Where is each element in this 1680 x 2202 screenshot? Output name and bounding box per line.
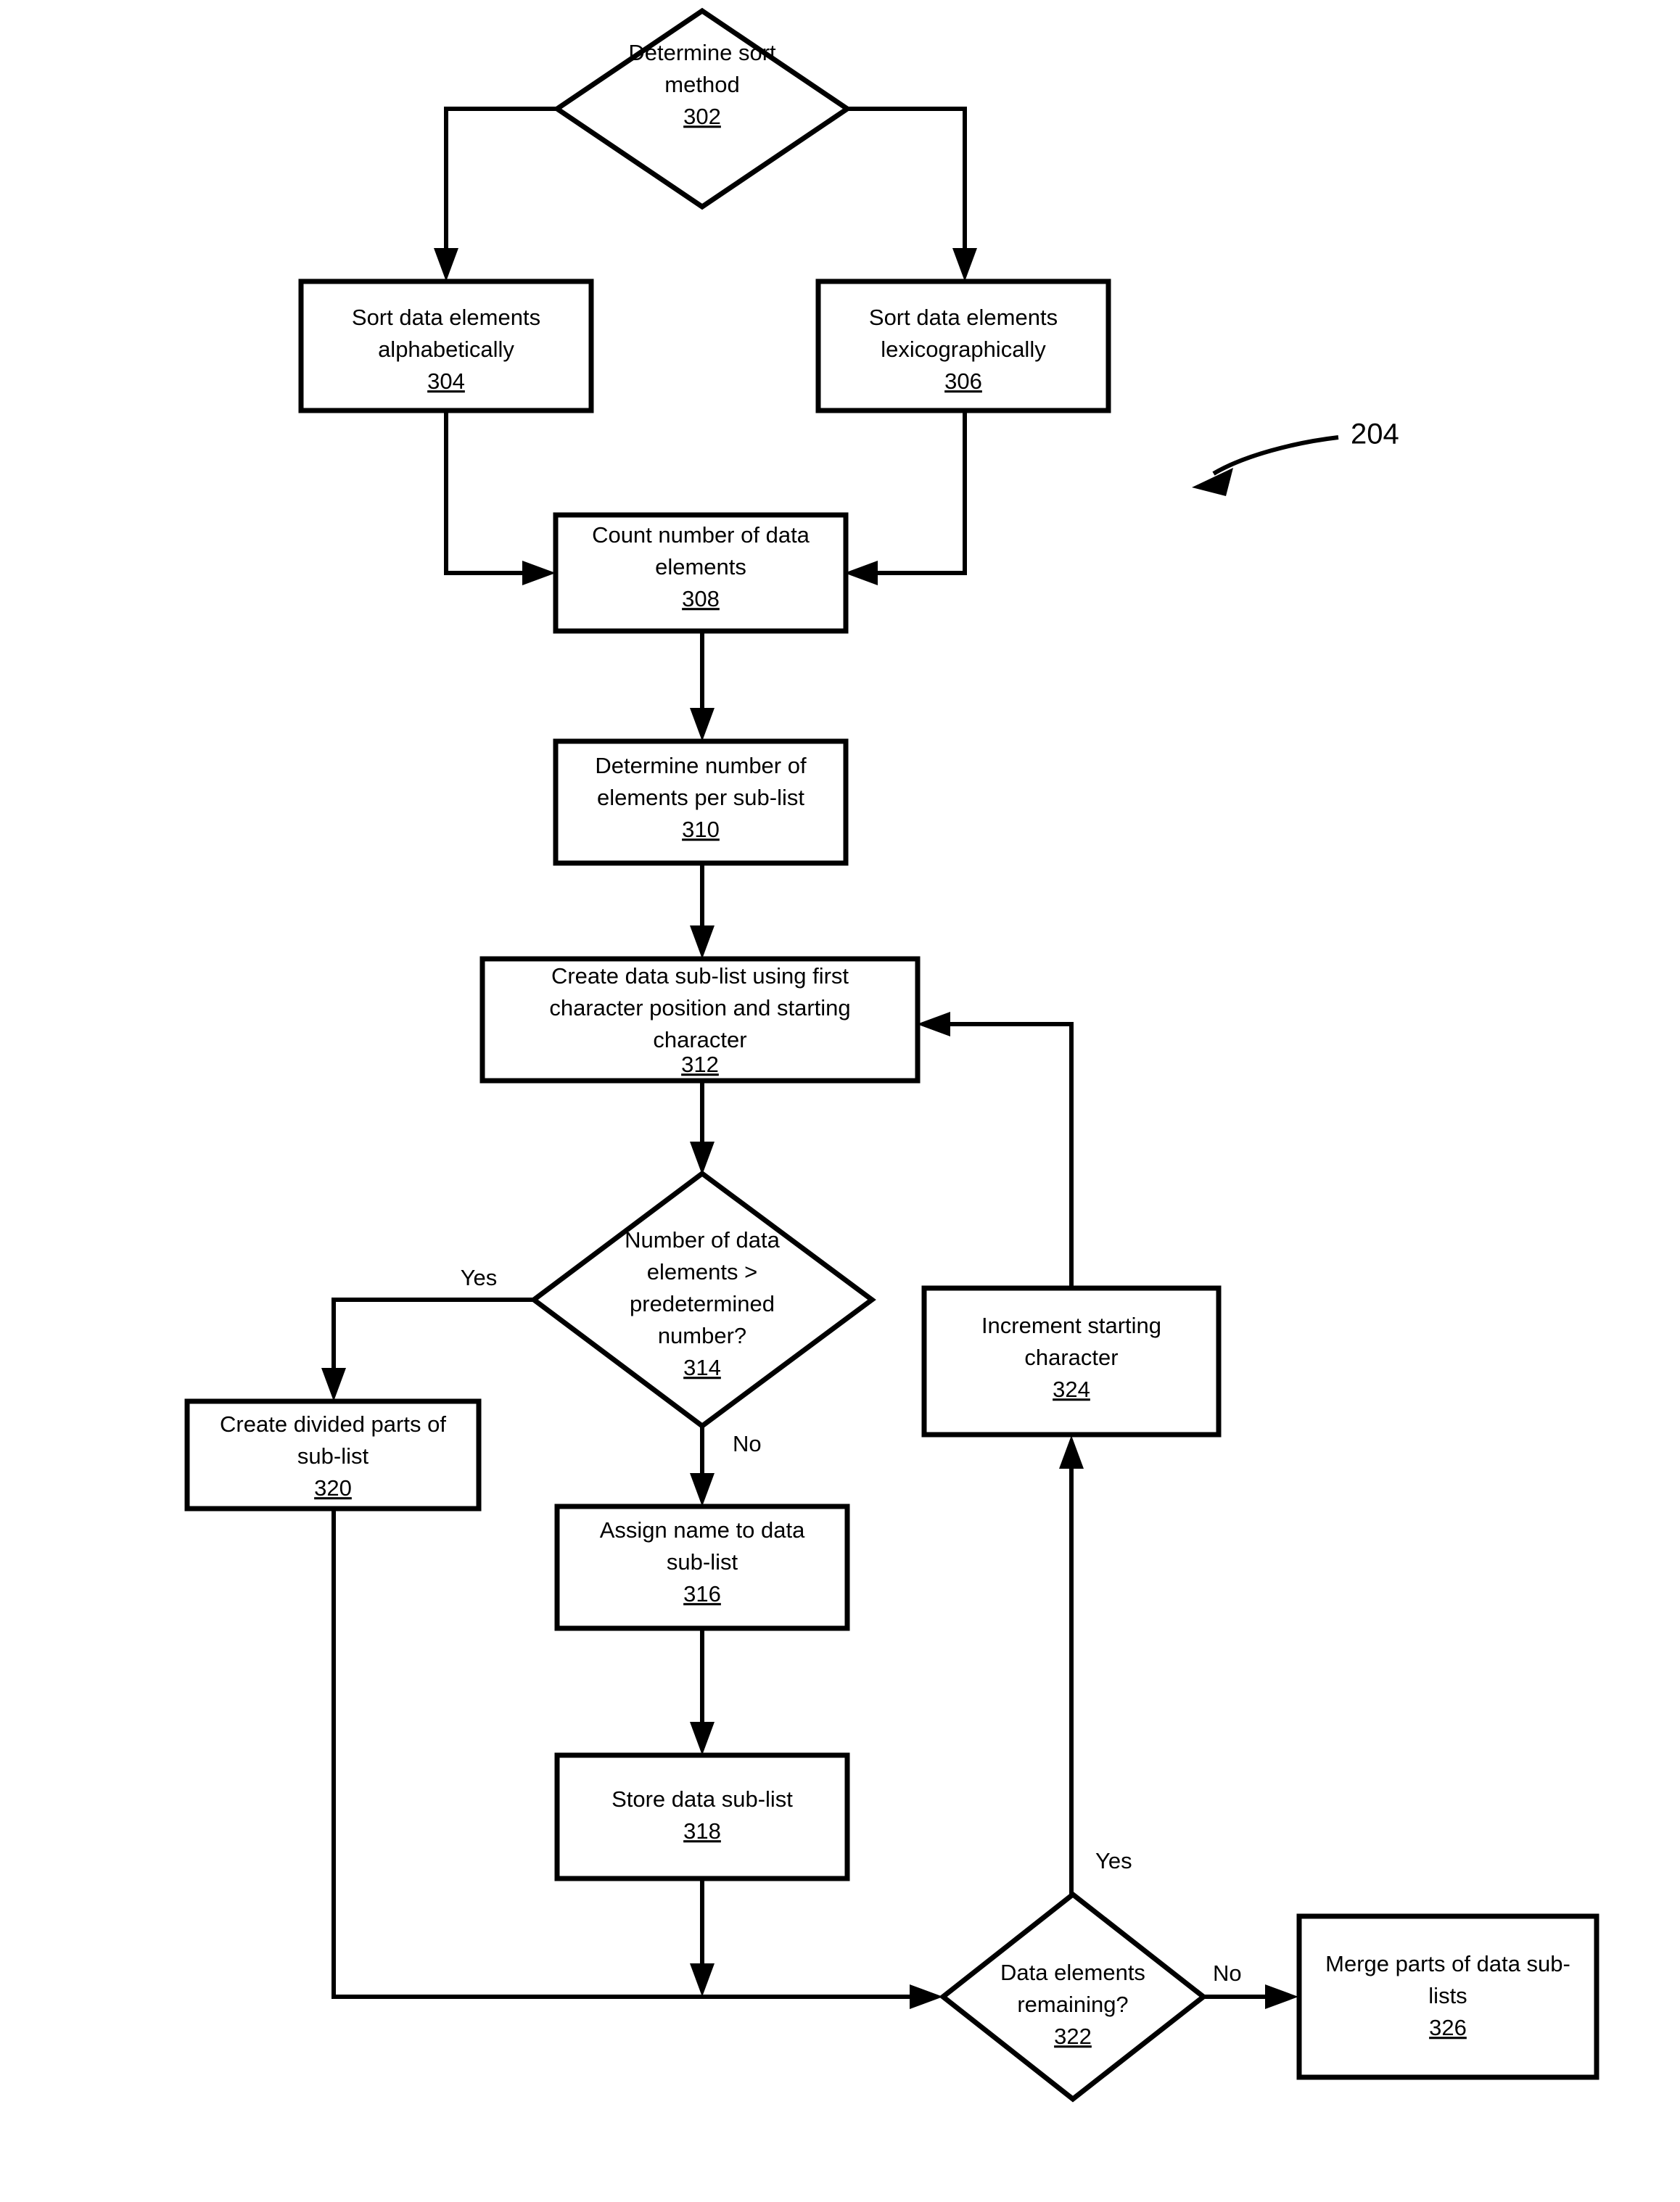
connector-322-yes-to-324 — [1059, 1435, 1084, 1894]
node-306-line-0: Sort data elements — [869, 305, 1058, 330]
connector-314-yes-to-320 — [321, 1298, 534, 1401]
node-308-line-0: Count number of data — [592, 522, 810, 548]
node-314-line-2: predetermined — [630, 1291, 775, 1316]
node-318-store-data-sublist[interactable]: Store data sub-list 318 — [554, 1752, 850, 1881]
edge-label-yes-322: Yes — [1095, 1848, 1132, 1873]
node-316-assign-name-to-sublist[interactable]: Assign name to data sub-list 316 — [554, 1504, 850, 1631]
node-306-sort-lexicographically[interactable]: Sort data elements lexicographically 306 — [815, 279, 1111, 413]
connector-304-to-308 — [444, 410, 556, 585]
node-326-line-0: Merge parts of data sub- — [1325, 1951, 1570, 1976]
connector-310-to-312 — [690, 863, 715, 959]
connector-306-to-308 — [844, 410, 967, 585]
node-304-sort-alphabetically[interactable]: Sort data elements alphabetically 304 — [298, 279, 594, 413]
arrowhead-icon — [690, 925, 715, 959]
arrowhead-icon — [690, 1142, 715, 1175]
connector-324-to-312 — [917, 1012, 1074, 1287]
node-320-line-1: sub-list — [297, 1443, 369, 1469]
node-314-line-1: elements > — [647, 1259, 758, 1284]
node-316-ref: 316 — [683, 1581, 721, 1607]
connector-318-to-322 — [690, 1879, 715, 1997]
node-306-ref: 306 — [944, 368, 982, 394]
node-312-ref: 312 — [681, 1052, 719, 1077]
node-312-line-1: character position and starting — [549, 995, 850, 1020]
node-310-line-1: elements per sub-list — [597, 785, 804, 810]
node-322-ref: 322 — [1054, 2024, 1092, 2049]
arrowhead-icon — [690, 708, 715, 741]
node-308-count-data-elements[interactable]: Count number of data elements 308 — [553, 512, 849, 634]
node-302-line-0: Determine sort — [628, 40, 776, 65]
connector-322-no-to-326 — [1204, 1984, 1298, 2009]
node-312-line-2: character — [653, 1027, 746, 1052]
connector-312-to-314 — [690, 1081, 715, 1175]
arrowhead-icon — [690, 1963, 715, 1997]
node-302-determine-sort-method[interactable]: Determine sort method 302 — [552, 7, 852, 210]
arrowhead-icon — [321, 1368, 346, 1401]
node-310-ref: 310 — [682, 817, 720, 842]
node-308-line-1: elements — [655, 554, 746, 580]
node-324-ref: 324 — [1053, 1377, 1090, 1402]
node-318-line-0: Store data sub-list — [612, 1786, 793, 1812]
node-316-line-1: sub-list — [667, 1549, 738, 1575]
node-326-ref: 326 — [1429, 2015, 1467, 2040]
node-314-ref: 314 — [683, 1355, 721, 1380]
arrowhead-icon — [434, 248, 458, 281]
connector-302-to-304 — [434, 107, 557, 281]
node-316-line-0: Assign name to data — [600, 1517, 805, 1543]
node-302-line-1: method — [664, 72, 739, 97]
figure-reference-204: 204 — [1192, 418, 1399, 496]
arrowhead-icon — [952, 248, 977, 281]
node-326-merge-parts-of-sublists[interactable]: Merge parts of data sub- lists 326 — [1296, 1913, 1599, 2080]
node-312-create-data-sublist[interactable]: Create data sub-list using first charact… — [479, 956, 921, 1084]
node-304-line-0: Sort data elements — [352, 305, 540, 330]
node-304-ref: 304 — [427, 368, 465, 394]
node-322-data-elements-remaining[interactable]: Data elements remaining? 322 — [939, 1891, 1208, 2103]
connector-316-to-318 — [690, 1628, 715, 1755]
connector-302-to-306 — [847, 107, 977, 281]
figure-ref-label: 204 — [1351, 418, 1399, 450]
node-320-line-0: Create divided parts of — [220, 1411, 446, 1437]
node-318-ref: 318 — [683, 1818, 721, 1844]
arrowhead-icon — [1265, 1984, 1298, 2009]
flowchart-figure: Yes No Yes No Determine sort method 302 … — [0, 0, 1680, 2202]
flowchart-canvas: Yes No Yes No Determine sort method 302 … — [184, 7, 1599, 2103]
node-302-ref: 302 — [683, 104, 721, 129]
arrowhead-icon — [1059, 1435, 1084, 1469]
node-310-line-0: Determine number of — [595, 753, 807, 778]
node-320-create-divided-parts[interactable]: Create divided parts of sub-list 320 — [184, 1398, 482, 1512]
connector-308-to-310 — [690, 631, 715, 741]
node-308-ref: 308 — [682, 586, 720, 611]
node-312-line-0: Create data sub-list using first — [551, 963, 849, 989]
node-314-line-3: number? — [658, 1323, 746, 1348]
arrowhead-icon — [910, 1984, 943, 2009]
node-314-elements-gt-predetermined[interactable]: Number of data elements > predetermined … — [530, 1170, 876, 1430]
connector-314-no-to-316 — [690, 1426, 715, 1506]
node-326-line-1: lists — [1428, 1983, 1467, 2008]
arrowhead-icon — [690, 1473, 715, 1506]
node-324-increment-starting-character[interactable]: Increment starting character 324 — [921, 1285, 1222, 1438]
node-324-line-0: Increment starting — [981, 1313, 1161, 1338]
node-310-determine-elements-per-sublist[interactable]: Determine number of elements per sub-lis… — [553, 738, 849, 866]
node-322-line-0: Data elements — [1000, 1960, 1145, 1985]
arrowhead-icon — [844, 561, 878, 585]
node-314-line-0: Number of data — [625, 1227, 780, 1253]
edge-label-no-322: No — [1213, 1960, 1242, 1986]
node-304-line-1: alphabetically — [378, 337, 514, 362]
node-324-line-1: character — [1024, 1345, 1118, 1370]
edge-label-yes-314: Yes — [461, 1265, 498, 1290]
node-322-line-1: remaining? — [1017, 1992, 1128, 2017]
node-320-ref: 320 — [314, 1475, 352, 1501]
arrowhead-icon — [917, 1012, 950, 1036]
arrowhead-icon — [1192, 468, 1233, 496]
arrowhead-icon — [690, 1722, 715, 1755]
edge-label-no-314: No — [733, 1431, 762, 1456]
arrowhead-icon — [522, 561, 556, 585]
node-306-line-1: lexicographically — [881, 337, 1046, 362]
